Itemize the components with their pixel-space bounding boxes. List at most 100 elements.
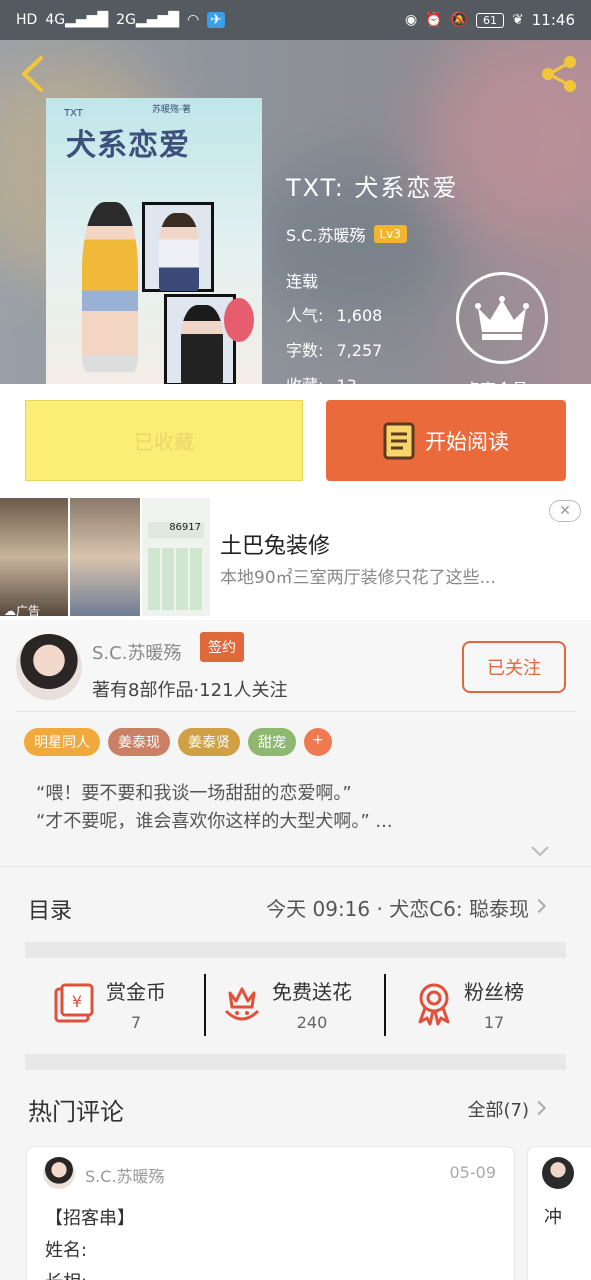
signal-4g-icon: 4G▂▄▆█	[45, 12, 109, 28]
follow-button[interactable]: 已关注	[462, 641, 566, 693]
ad-image-calculator: 86917	[142, 498, 210, 616]
fan-ranking-button[interactable]: 粉丝榜 17	[414, 976, 524, 1032]
book-icon	[383, 422, 415, 459]
expand-blurb-button[interactable]	[530, 842, 550, 861]
cover-balloon	[224, 298, 254, 342]
send-flower-value: 240	[296, 1013, 328, 1032]
comment-body: 【招客串】 姓名: 长相: ...	[45, 1203, 135, 1280]
latest-chapter: 今天 09:16 · 犬恋C6: 聪泰现	[266, 897, 529, 921]
ad-title[interactable]: 土巴兔装修	[220, 528, 330, 560]
author-info: 著有8部作品·121人关注	[92, 680, 288, 701]
all-comments-link[interactable]: 全部(7)	[468, 1096, 530, 1122]
signed-badge: 签约	[200, 632, 244, 662]
chevron-right-icon	[531, 1100, 547, 1116]
divider	[384, 974, 386, 1036]
back-button[interactable]	[14, 54, 50, 94]
table-of-contents-row[interactable]: 目录 今天 09:16 · 犬恋C6: 聪泰现	[0, 866, 591, 942]
section-divider	[25, 942, 566, 958]
ad-tag-label: 广告	[16, 604, 41, 618]
battery-icon: 61	[476, 12, 505, 28]
comment-card-next[interactable]: 冲	[527, 1146, 591, 1280]
vip-button[interactable]	[456, 272, 548, 364]
book-blurb[interactable]: “喂！要不要和我谈一场甜甜的恋爱啊。” “才不要呢，谁会喜欢你这样的大型犬啊。”…	[36, 780, 393, 836]
author-name[interactable]: S.C.苏暖殇	[92, 639, 181, 665]
mute-icon: 🔕	[450, 12, 469, 28]
book-author-line[interactable]: S.C.苏暖殇 Lv3	[286, 222, 407, 246]
tag-chip[interactable]: 姜泰贤	[178, 728, 240, 756]
wordcount-value: 7,257	[336, 341, 383, 360]
status-right: ◉ ⏰ 🔕 61 ❦ 11:46	[405, 11, 575, 29]
popularity-value: 1,608	[336, 306, 383, 325]
flower-icon	[224, 987, 260, 1021]
section-divider	[25, 1054, 566, 1070]
more-tags-button[interactable]: +	[304, 728, 332, 756]
fan-ranking-label: 粉丝榜	[464, 980, 524, 1004]
ad-close-button[interactable]: ✕	[549, 500, 581, 522]
support-stats: ¥ 赏金币 7 免费送花 240 粉丝榜 17	[0, 958, 591, 1054]
alarm-icon: ⏰	[425, 12, 443, 28]
avatar[interactable]	[16, 634, 82, 700]
tag-chip[interactable]: 姜泰现	[108, 728, 170, 756]
ad-image-room	[0, 498, 68, 616]
chevron-left-icon	[22, 56, 43, 92]
ad-image-people	[70, 498, 140, 616]
signal-2g-label: 2G	[116, 12, 136, 28]
favorites-label: 收藏:	[286, 376, 323, 384]
send-flower-button[interactable]: 免费送花 240	[222, 976, 352, 1032]
app-notification-icon: ✈	[207, 12, 225, 28]
signal-2g-icon: 2G▂▄▆█	[116, 12, 179, 28]
author-section: S.C.苏暖殇 签约 著有8部作品·121人关注 已关注	[0, 620, 591, 716]
comment-date: 05-09	[449, 1163, 497, 1182]
favorites-value: 13	[337, 376, 357, 384]
reward-coin-button[interactable]: ¥ 赏金币 7	[52, 976, 166, 1032]
divider	[204, 974, 206, 1036]
action-bar: 已收藏 开始阅读	[0, 384, 591, 496]
status-left: HD 4G▂▄▆█ 2G▂▄▆█ ◠ ✈	[16, 12, 225, 28]
favorited-button[interactable]: 已收藏	[25, 400, 303, 481]
book-cover[interactable]: TXT 苏暖殇·著 犬系恋爱	[46, 98, 262, 384]
author-level-badge: Lv3	[373, 225, 407, 243]
ad-calc-display: 86917	[148, 522, 204, 538]
avatar[interactable]	[542, 1157, 574, 1189]
book-wordcount: 字数: 7,257	[286, 337, 382, 361]
close-icon: ✕	[559, 503, 571, 519]
fan-ranking-value: 17	[483, 1013, 505, 1032]
share-button[interactable]	[537, 52, 581, 96]
reward-coin-value: 7	[130, 1013, 142, 1032]
book-author[interactable]: S.C.苏暖殇	[286, 222, 366, 246]
favorited-label: 已收藏	[134, 430, 194, 454]
red-envelope-icon: ¥	[54, 983, 94, 1023]
share-icon	[542, 56, 576, 92]
popularity-label: 人气:	[286, 306, 324, 325]
status-bar: HD 4G▂▄▆█ 2G▂▄▆█ ◠ ✈ ◉ ⏰ 🔕 61 ❦ 11:46	[0, 0, 591, 40]
cover-figure-boy	[181, 305, 223, 384]
cover-photo-frame	[142, 202, 214, 292]
wifi-icon: ◠	[187, 12, 200, 28]
comment-preview-char: 冲	[544, 1207, 562, 1228]
comment-author[interactable]: S.C.苏暖殇	[85, 1163, 165, 1187]
comment-line: 姓名:	[45, 1240, 88, 1261]
toc-label: 目录	[28, 899, 73, 924]
cover-subtitle: 苏暖殇·著	[152, 105, 191, 115]
start-reading-button[interactable]: 开始阅读	[326, 400, 566, 481]
tag-list: 明星同人 姜泰现 姜泰贤 甜宠 +	[24, 728, 332, 756]
crown-icon	[475, 296, 529, 340]
ad-tag: ☁广告	[4, 604, 41, 618]
ad-calc-keys	[148, 548, 204, 610]
comment-line: 长相: ...	[45, 1267, 135, 1280]
tag-chip[interactable]: 甜宠	[248, 728, 296, 756]
comment-card[interactable]: S.C.苏暖殇 05-09 【招客串】 姓名: 长相: ...	[26, 1146, 515, 1280]
vip-label[interactable]: 点亮会员	[464, 376, 528, 384]
cover-title: 犬系恋爱	[66, 128, 190, 163]
chevron-right-icon	[531, 898, 547, 914]
book-title: TXT: 犬系恋爱	[286, 174, 459, 202]
start-reading-label: 开始阅读	[425, 429, 509, 454]
divider	[16, 711, 576, 712]
cover-txt-mark: TXT	[64, 108, 83, 119]
book-popularity: 人气: 1,608	[286, 302, 382, 326]
leaf-icon: ❦	[512, 12, 524, 28]
tag-chip[interactable]: 明星同人	[24, 728, 100, 756]
ad-description[interactable]: 本地90㎡三室两厅装修只花了这些...	[220, 563, 496, 588]
status-time: 11:46	[531, 11, 575, 29]
avatar[interactable]	[43, 1157, 75, 1189]
